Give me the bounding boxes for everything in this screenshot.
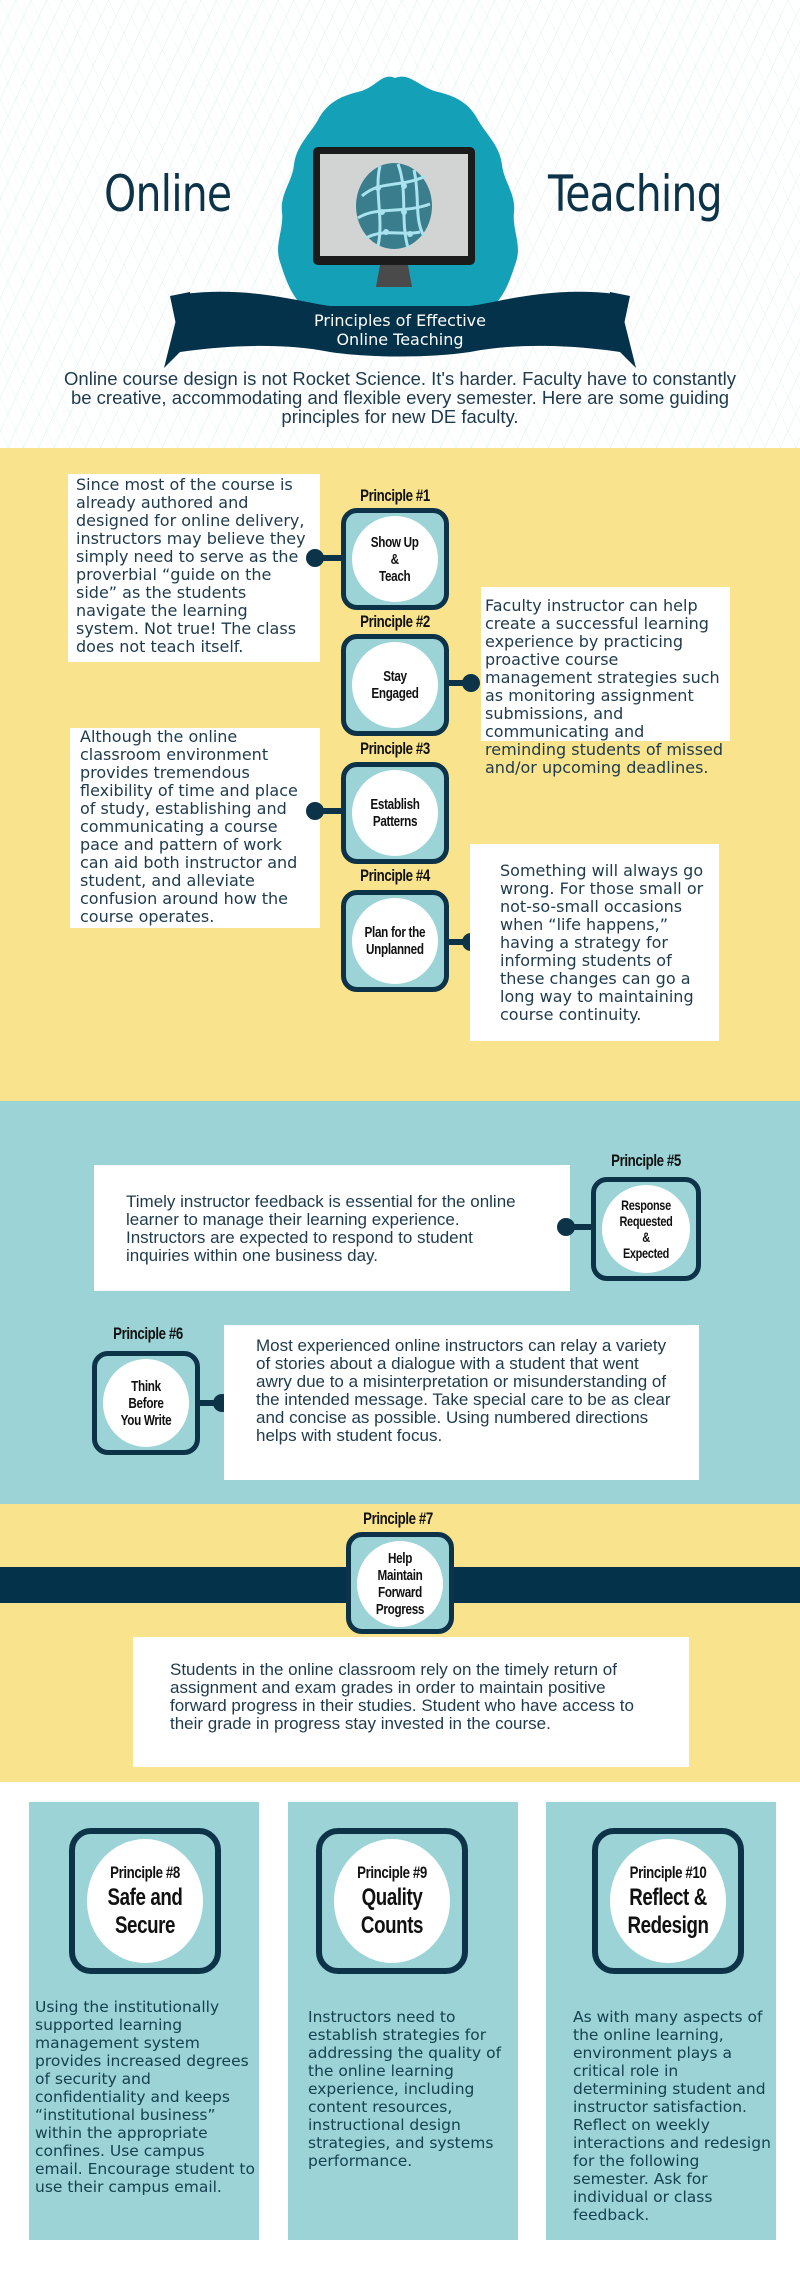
principle-1-label: Principle #1 <box>360 486 430 505</box>
principle-7-name: Help Maintain Forward Progress <box>375 1550 425 1618</box>
principle-8-card: Principle #8 Safe and Secure Using the i… <box>29 1802 259 2240</box>
principle-8-badge: Principle #8 Safe and Secure <box>69 1828 221 1974</box>
principle-2-name: Stay Engaged <box>371 668 419 702</box>
principle-3-name: Establish Patterns <box>370 796 420 830</box>
principle-1-description: Since most of the course is already auth… <box>68 474 320 662</box>
principle-6-badge: Think Before You Write <box>92 1351 200 1455</box>
ribbon-line-2: Online Teaching <box>336 330 464 349</box>
principle-8-description: Using the institutionally supported lear… <box>35 1998 255 2196</box>
principle-7-label: Principle #7 <box>363 1509 433 1528</box>
principle-2-badge: Stay Engaged <box>341 634 449 736</box>
principle-8-label: Principle #8 <box>110 1863 180 1882</box>
principle-6-name: Think Before You Write <box>120 1377 172 1429</box>
principle-4-label: Principle #4 <box>360 866 430 885</box>
principle-4-description: Something will always go wrong. For thos… <box>470 844 719 1041</box>
principle-9-name: Quality Counts <box>360 1884 424 1939</box>
principle-8-name: Safe and Secure <box>107 1884 183 1939</box>
principle-7-description: Students in the online classroom rely on… <box>133 1637 689 1767</box>
header: Online Teaching Principles of Effective … <box>0 0 800 448</box>
principle-10-label: Principle #10 <box>629 1863 707 1882</box>
principle-10-description: As with many aspects of the online learn… <box>573 2008 771 2224</box>
principle-10-card: Principle #10 Reflect & Redesign As with… <box>546 1802 776 2240</box>
principle-2-description: Faculty instructor can help create a suc… <box>481 587 730 777</box>
principle-7-badge: Help Maintain Forward Progress <box>346 1532 454 1634</box>
principle-3-badge: Establish Patterns <box>341 762 449 864</box>
principle-1-name: Show Up & Teach <box>371 533 419 585</box>
principle-6-description: Most experienced online instructors can … <box>224 1325 699 1480</box>
principle-3-label: Principle #3 <box>360 739 430 758</box>
principle-2-label: Principle #2 <box>360 612 430 631</box>
principle-10-name: Reflect & Redesign <box>627 1884 709 1939</box>
principle-6-label: Principle #6 <box>113 1324 183 1343</box>
principle-9-card: Principle #9 Quality Counts Instructors … <box>288 1802 518 2240</box>
principle-5-description: Timely instructor feedback is essential … <box>94 1165 570 1291</box>
intro-paragraph: Online course design is not Rocket Scien… <box>64 368 736 427</box>
ribbon-line-1: Principles of Effective <box>314 311 486 330</box>
principle-9-description: Instructors need to establish strategies… <box>308 2008 502 2170</box>
principle-5-name: Response Requested & Expected <box>619 1197 673 1261</box>
ribbon-subtitle: Principles of Effective Online Teaching <box>250 311 550 349</box>
principle-5-badge: Response Requested & Expected <box>591 1177 701 1281</box>
principle-9-badge: Principle #9 Quality Counts <box>316 1828 468 1974</box>
principle-9-label: Principle #9 <box>357 1863 427 1882</box>
principle-1-badge: Show Up & Teach <box>341 508 449 610</box>
principle-4-name: Plan for the Unplanned <box>364 924 426 958</box>
principle-3-description: Although the online classroom environmen… <box>70 728 320 928</box>
principle-5-label: Principle #5 <box>611 1151 681 1170</box>
principle-10-badge: Principle #10 Reflect & Redesign <box>592 1828 744 1974</box>
connector-dot <box>462 674 480 692</box>
principle-4-badge: Plan for the Unplanned <box>341 890 449 992</box>
